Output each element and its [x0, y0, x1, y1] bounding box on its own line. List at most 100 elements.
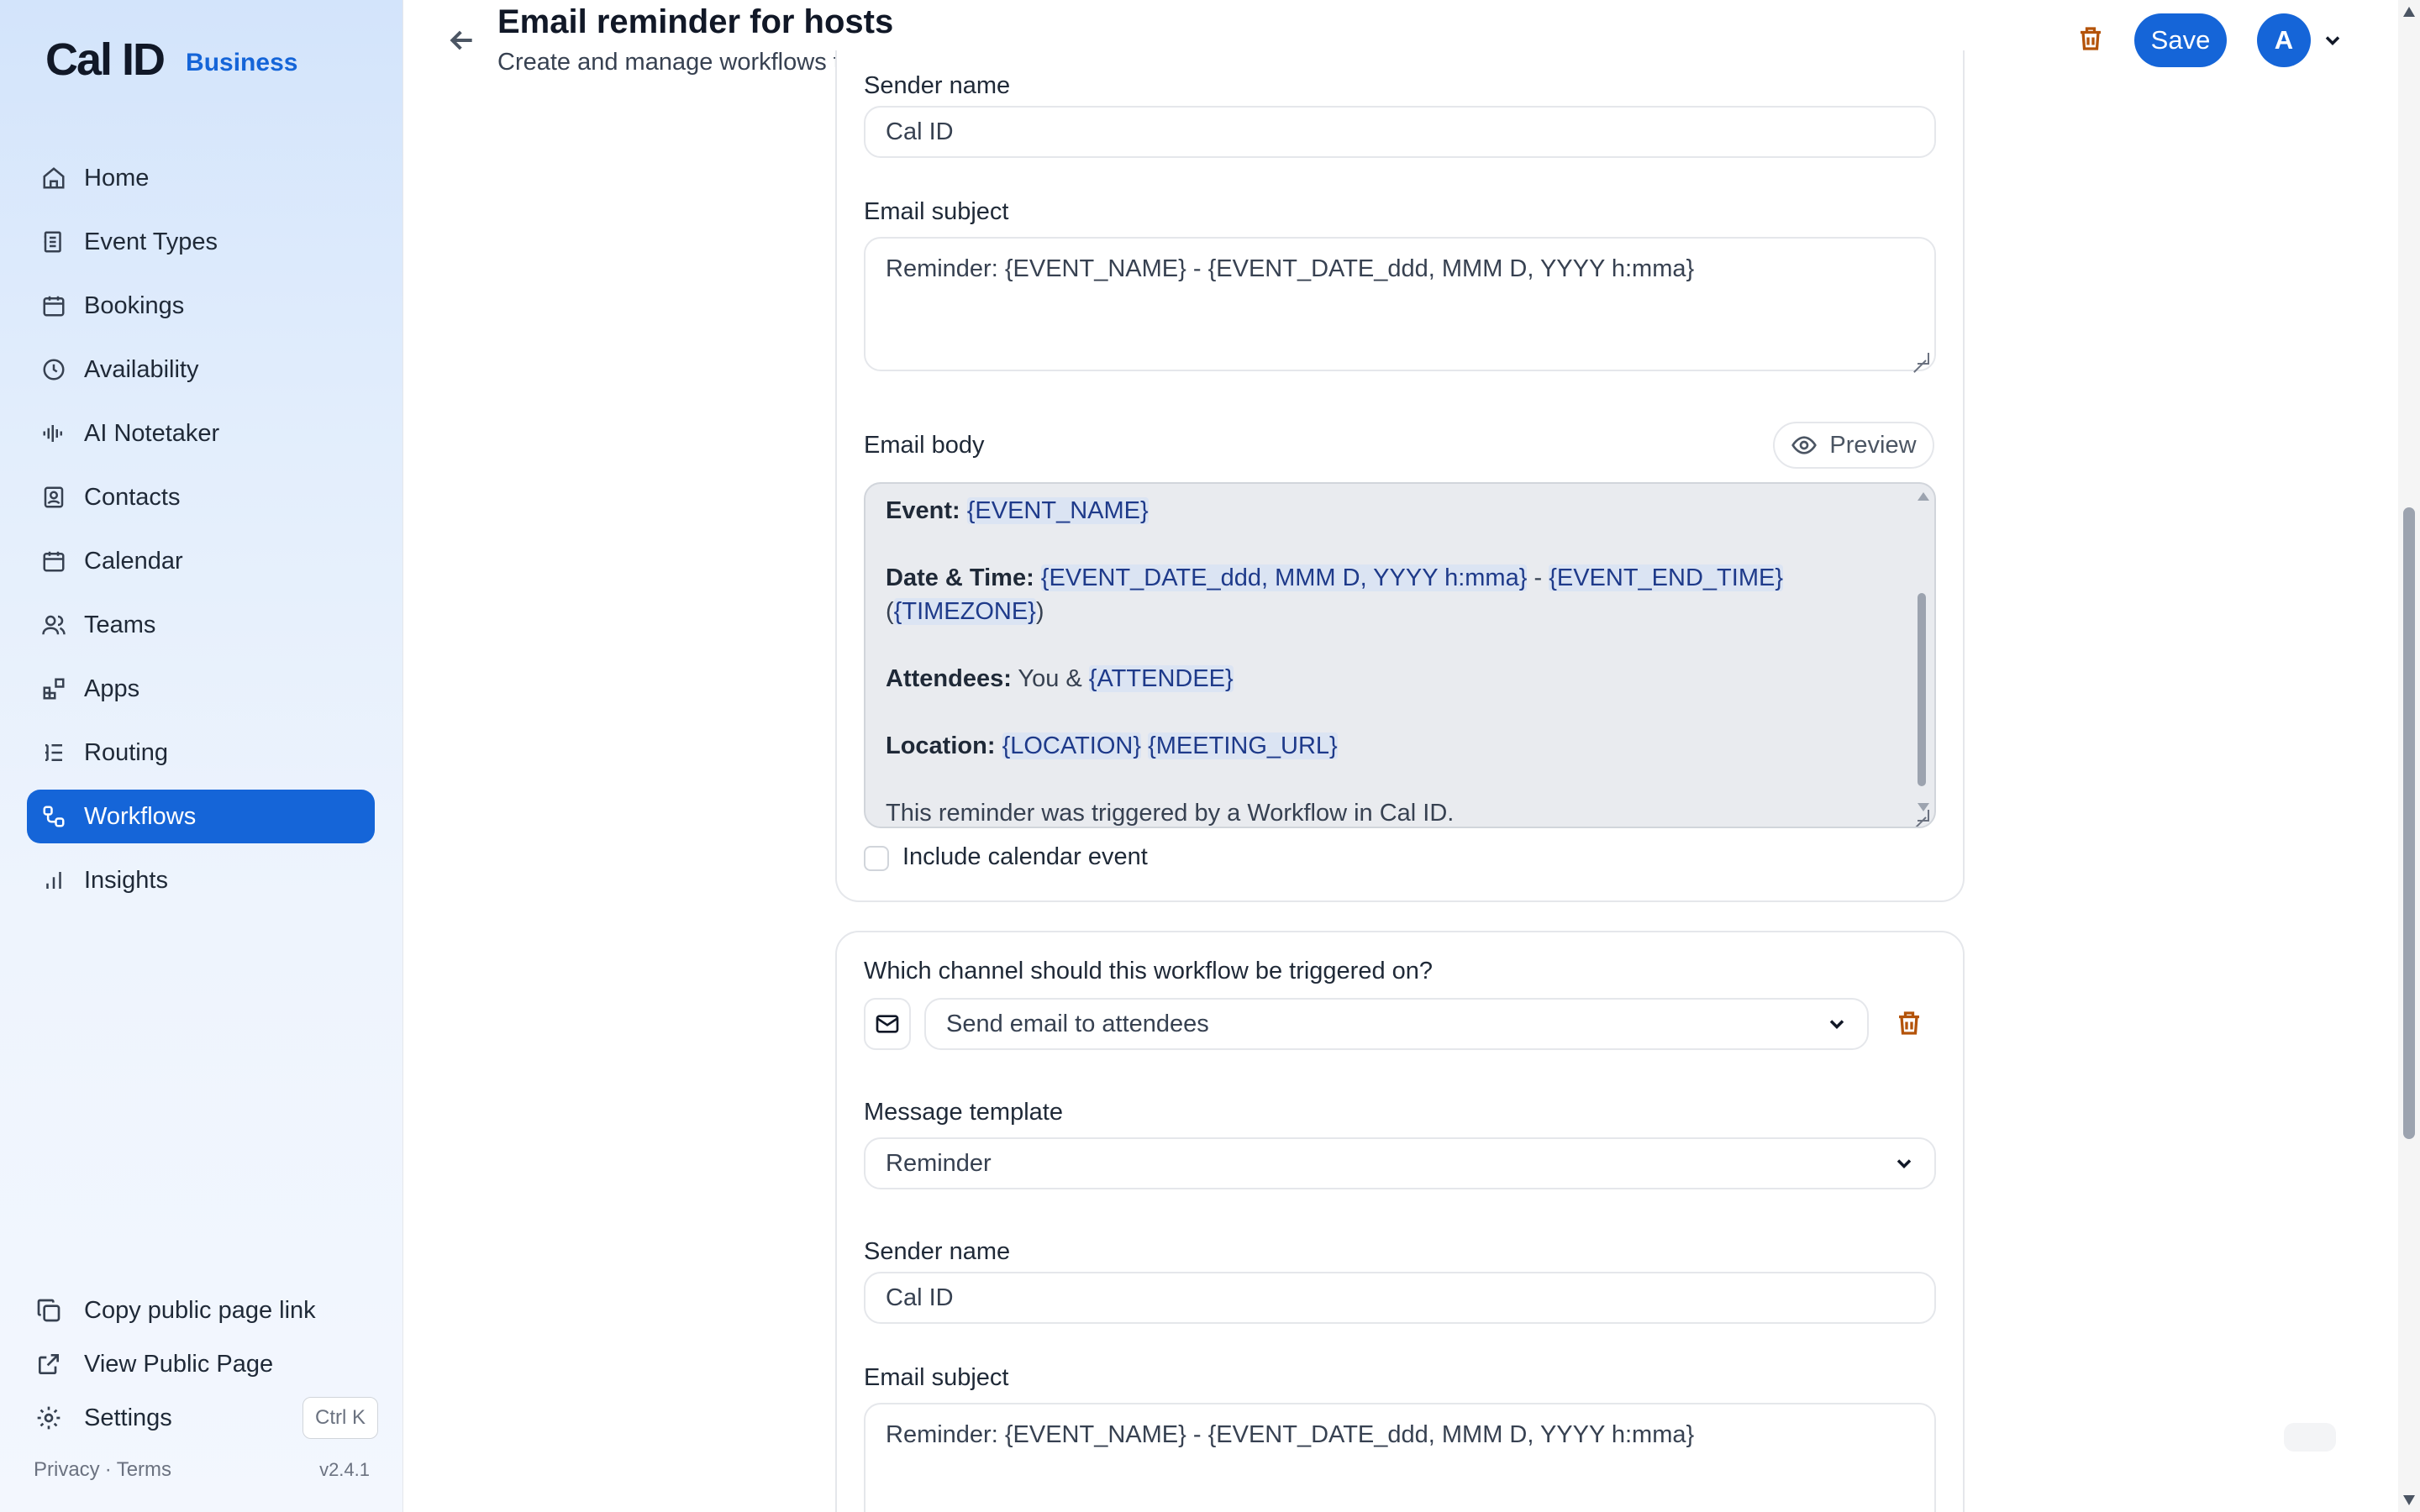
view-public-page-link[interactable]: View Public Page: [34, 1337, 378, 1391]
sidebar-item-teams[interactable]: Teams: [27, 598, 375, 652]
channel-select-value: Send email to attendees: [946, 1010, 1209, 1037]
copy-public-link-button[interactable]: Copy public page link: [34, 1284, 378, 1337]
channel-select[interactable]: Send email to attendees: [924, 998, 1869, 1050]
variable-chip: {EVENT_DATE_ddd, MMM D, YYYY h:mma}: [1040, 564, 1528, 591]
body-event-label: Event:: [886, 497, 960, 524]
preview-button[interactable]: Preview: [1773, 422, 1934, 469]
privacy-link[interactable]: Privacy: [34, 1458, 100, 1482]
sidebar-item-label: Event Types: [84, 228, 218, 255]
sidebar-item-event-types[interactable]: Event Types: [27, 215, 375, 269]
routing-icon: [39, 738, 69, 768]
save-button[interactable]: Save: [2134, 13, 2227, 67]
scroll-down-arrow[interactable]: [2403, 1495, 2415, 1505]
scrollbar-thumb[interactable]: [2403, 507, 2415, 1139]
home-icon: [39, 163, 69, 193]
email-subject-label: Email subject: [864, 1364, 1009, 1391]
waveform-icon: [39, 418, 69, 449]
brand-logo[interactable]: Cal ID Business: [45, 34, 297, 86]
external-link-icon: [34, 1349, 64, 1379]
body-footer-line: This reminder was triggered by a Workflo…: [886, 800, 1455, 827]
delete-step-trash-icon[interactable]: [1894, 1008, 1928, 1042]
channel-type-button[interactable]: [864, 998, 911, 1050]
sender-name-label: Sender name: [864, 1238, 1011, 1265]
sidebar-item-label: AI Notetaker: [84, 419, 220, 447]
sidebar-footer: Privacy · Terms v2.4.1: [34, 1458, 370, 1482]
sidebar-item-availability[interactable]: Availability: [27, 343, 375, 396]
email-subject-value: Reminder: {EVENT_NAME} - {EVENT_DATE_ddd…: [886, 255, 1695, 282]
sidebar-item-calendar[interactable]: Calendar: [27, 534, 375, 588]
sidebar-bottom-links: Copy public page link View Public Page S…: [34, 1284, 378, 1445]
body-datetime-label: Date & Time:: [886, 564, 1034, 591]
sidebar-item-routing[interactable]: Routing: [27, 726, 375, 780]
chat-widget-bubble[interactable]: [2284, 1423, 2336, 1452]
body-datetime-sep: -: [1527, 564, 1549, 591]
view-public-page-label: View Public Page: [84, 1350, 274, 1378]
variable-chip: {EVENT_END_TIME}: [1549, 564, 1784, 591]
sender-name-label: Sender name: [864, 72, 1011, 99]
sidebar-item-bookings[interactable]: Bookings: [27, 279, 375, 333]
calendar-icon: [39, 546, 69, 576]
page-scrollbar[interactable]: [2398, 0, 2420, 1512]
footer-separator: ·: [104, 1458, 112, 1481]
brand-plan: Business: [186, 49, 298, 76]
clock-icon: [39, 354, 69, 385]
sidebar: Cal ID Business Home Event Types Booking…: [0, 0, 403, 1512]
include-calendar-checkbox[interactable]: [864, 846, 889, 871]
email-subject-label: Email subject: [864, 198, 1009, 225]
resize-handle[interactable]: [1918, 353, 1929, 365]
sender-name-input[interactable]: Cal ID: [864, 106, 1936, 158]
scrollbar-thumb[interactable]: [1918, 593, 1926, 786]
body-tz-open: (: [886, 598, 894, 625]
workflow-icon: [39, 801, 69, 832]
variable-chip: {LOCATION}: [1002, 732, 1142, 759]
sidebar-item-apps[interactable]: Apps: [27, 662, 375, 716]
chevron-down-icon[interactable]: [2321, 29, 2344, 52]
sidebar-item-label: Bookings: [84, 291, 185, 319]
event-types-icon: [39, 227, 69, 257]
brand-name: Cal ID: [45, 34, 166, 85]
bar-chart-icon: [39, 865, 69, 895]
editor-scrollbar[interactable]: [1914, 492, 1929, 820]
email-body-editor[interactable]: Event: {EVENT_NAME} Date & Time: {EVENT_…: [864, 482, 1936, 828]
body-tz-close: ): [1035, 598, 1044, 625]
sidebar-item-insights[interactable]: Insights: [27, 853, 375, 907]
back-arrow-icon[interactable]: [445, 24, 479, 57]
chevron-down-icon: [1825, 1012, 1849, 1036]
sender-name-input[interactable]: Cal ID: [864, 1272, 1936, 1324]
settings-link[interactable]: Settings Ctrl K: [34, 1391, 378, 1445]
resize-handle[interactable]: [1918, 810, 1929, 822]
email-subject-textarea[interactable]: Reminder: {EVENT_NAME} - {EVENT_DATE_ddd…: [864, 1403, 1936, 1512]
sidebar-item-label: Calendar: [84, 547, 183, 575]
app-version: v2.4.1: [319, 1459, 370, 1480]
settings-shortcut-badge: Ctrl K: [302, 1397, 378, 1439]
message-template-label: Message template: [864, 1099, 1063, 1126]
email-body-label: Email body: [864, 432, 985, 459]
sidebar-item-home[interactable]: Home: [27, 151, 375, 205]
email-subject-textarea[interactable]: Reminder: {EVENT_NAME} - {EVENT_DATE_ddd…: [864, 237, 1936, 371]
eye-icon: [1791, 436, 1818, 454]
sidebar-item-label: Workflows: [84, 802, 197, 830]
body-attendees-label: Attendees:: [886, 665, 1012, 692]
sidebar-item-label: Availability: [84, 355, 199, 383]
copy-public-link-label: Copy public page link: [84, 1296, 316, 1324]
sidebar-nav: Home Event Types Bookings Availability A…: [27, 151, 375, 917]
sidebar-item-label: Contacts: [84, 483, 181, 511]
sidebar-item-workflows[interactable]: Workflows: [27, 790, 375, 843]
mail-icon: [876, 1015, 899, 1033]
calendar-icon: [39, 291, 69, 321]
sidebar-item-label: Apps: [84, 675, 140, 702]
message-template-select[interactable]: Reminder: [864, 1137, 1936, 1189]
scroll-up-arrow[interactable]: [1918, 492, 1929, 501]
message-template-value: Reminder: [886, 1149, 992, 1177]
scroll-up-arrow[interactable]: [2403, 7, 2415, 17]
sidebar-item-label: Routing: [84, 738, 168, 766]
delete-workflow-trash-icon[interactable]: [2075, 24, 2109, 57]
sidebar-item-label: Insights: [84, 866, 168, 894]
email-body-content[interactable]: Event: {EVENT_NAME} Date & Time: {EVENT_…: [886, 494, 1886, 827]
sidebar-item-contacts[interactable]: Contacts: [27, 470, 375, 524]
terms-link[interactable]: Terms: [117, 1458, 171, 1482]
variable-chip: {MEETING_URL}: [1148, 732, 1338, 759]
avatar[interactable]: A: [2257, 13, 2311, 67]
preview-label: Preview: [1829, 431, 1917, 459]
sidebar-item-ai-notetaker[interactable]: AI Notetaker: [27, 407, 375, 460]
